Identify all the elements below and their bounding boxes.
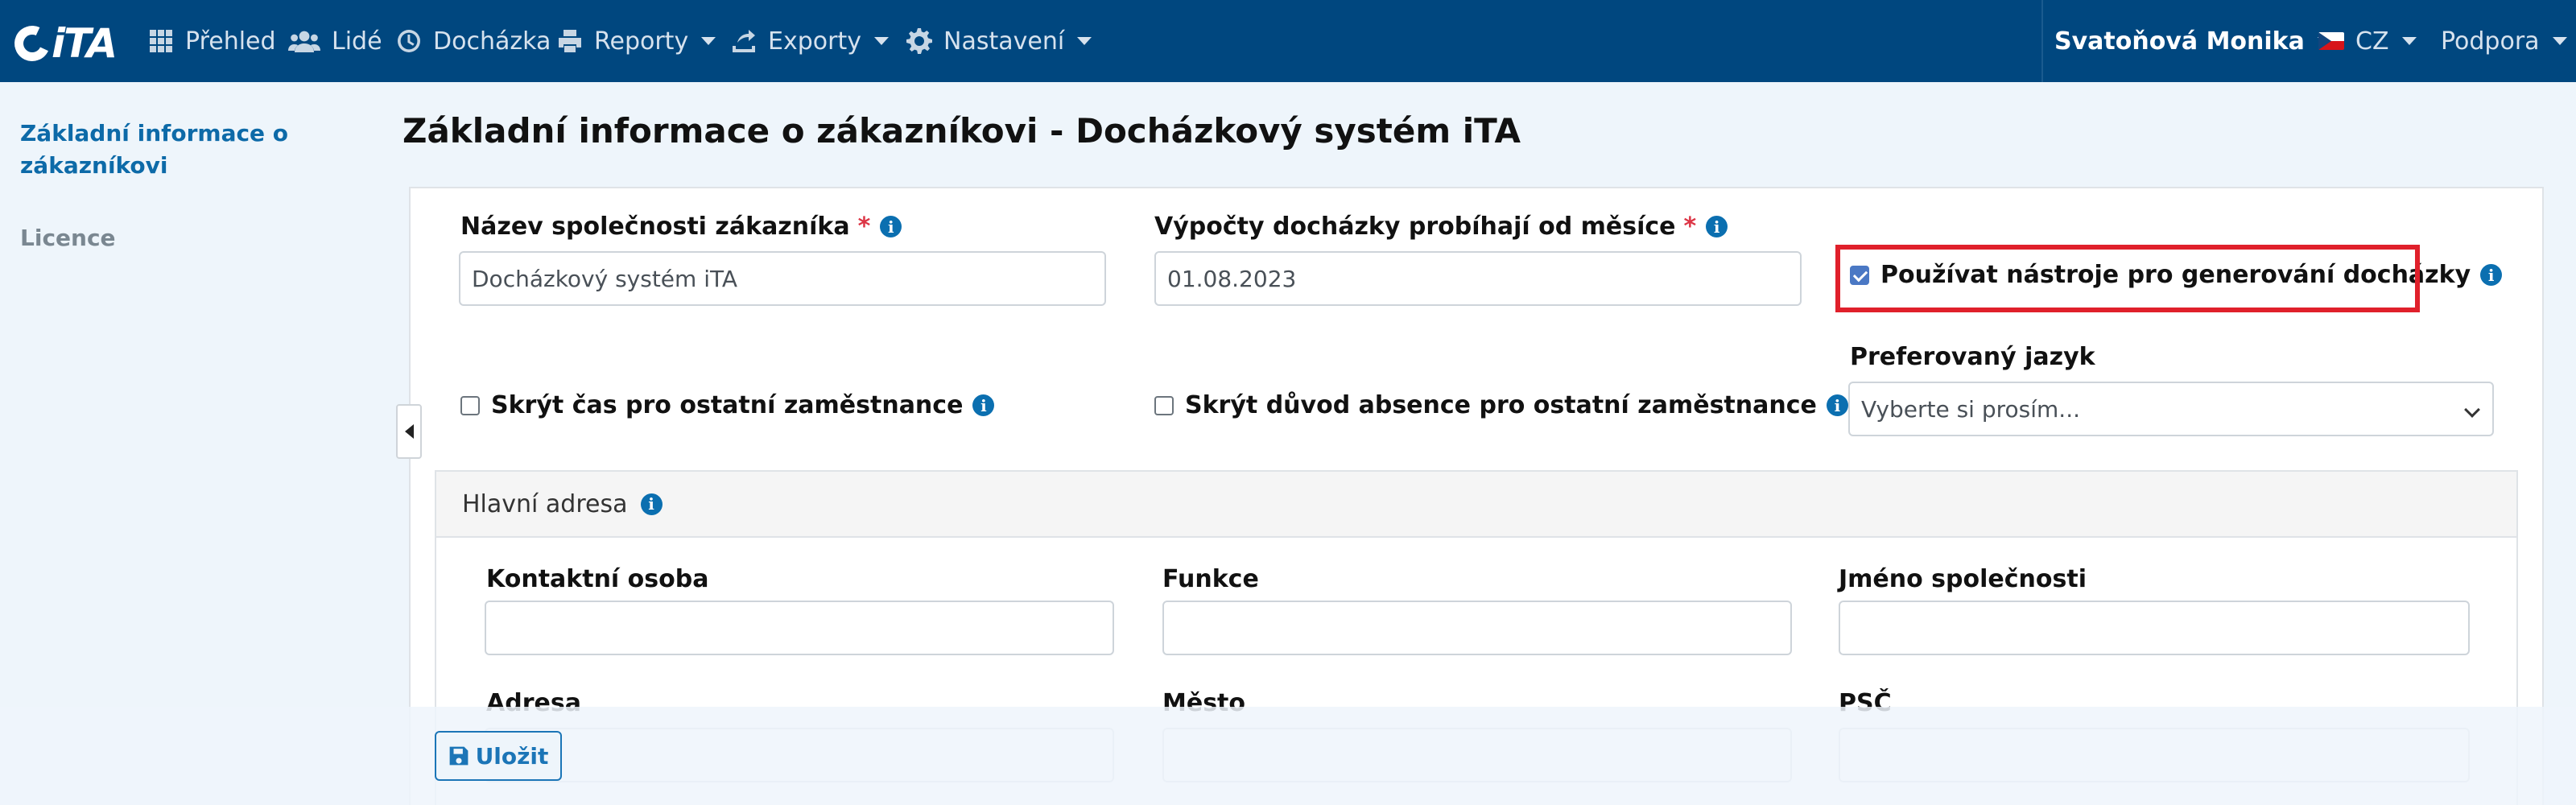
export-icon <box>731 28 757 54</box>
sidebar-item-basic-info[interactable]: Základní informace o zákazníkovi <box>20 118 326 182</box>
czech-flag-icon <box>2318 32 2344 50</box>
users-icon <box>288 28 320 54</box>
top-navbar: iTA Přehled Lidé Docházka Reporty Export… <box>0 0 2576 82</box>
contact-person-label: Kontaktní osoba <box>486 565 709 593</box>
floppy-disk-icon <box>449 746 468 766</box>
required-mark: * <box>1683 213 1697 241</box>
language-code: CZ <box>2355 27 2389 56</box>
chevron-down-icon <box>2552 37 2567 45</box>
info-icon[interactable]: i <box>880 216 902 237</box>
chevron-down-icon <box>873 37 889 45</box>
nav-attendance[interactable]: Docházka <box>396 0 551 82</box>
company-input[interactable] <box>1839 601 2470 655</box>
function-label: Funkce <box>1162 565 1259 593</box>
chevron-down-icon <box>2464 402 2480 418</box>
support-menu[interactable]: Podpora <box>2441 0 2567 82</box>
printer-icon <box>557 28 583 54</box>
info-icon[interactable]: i <box>972 394 995 416</box>
info-icon[interactable]: i <box>1826 394 1848 416</box>
nav-exports-label: Exporty <box>768 27 861 56</box>
highlight-box <box>1835 245 2420 312</box>
nav-people[interactable]: Lidé <box>288 0 382 82</box>
grid-icon <box>148 28 174 54</box>
calc-from-label: Výpočty docházky probíhají od měsíce * i <box>1154 213 1728 241</box>
info-icon[interactable]: i <box>2480 264 2503 286</box>
chevron-down-icon <box>1077 37 1092 45</box>
nav-reports-label: Reporty <box>594 27 689 56</box>
company-label: Jméno společnosti <box>1839 565 2087 593</box>
language-menu[interactable]: CZ <box>2318 0 2417 82</box>
hide-time-checkbox[interactable] <box>460 395 480 415</box>
info-icon[interactable]: i <box>1706 216 1728 237</box>
logo-text: iTA <box>52 20 118 67</box>
user-name: Svatoňová Monika <box>2054 27 2305 56</box>
preferred-language-select[interactable]: Vyberte si prosím... <box>1848 382 2494 436</box>
chevron-down-icon <box>2401 37 2417 45</box>
hide-time-checkbox-row[interactable]: Skrýt čas pro ostatní zaměstnance i <box>460 391 995 419</box>
nav-reports[interactable]: Reporty <box>557 0 716 82</box>
nav-settings-label: Nastavení <box>943 27 1065 56</box>
nav-settings[interactable]: Nastavení <box>906 0 1092 82</box>
sidebar-item-licence[interactable]: Licence <box>20 222 326 254</box>
save-button[interactable]: Uložit <box>435 731 562 781</box>
chevron-down-icon <box>701 37 716 45</box>
nav-people-label: Lidé <box>332 27 382 56</box>
section-header[interactable]: Hlavní adresa i <box>436 472 2516 538</box>
nav-overview-label: Přehled <box>185 27 276 56</box>
ita-logo[interactable]: iTA <box>9 20 122 67</box>
nav-attendance-label: Docházka <box>433 27 551 56</box>
nav-overview[interactable]: Přehled <box>148 0 276 82</box>
required-mark: * <box>857 213 871 241</box>
gear-icon <box>906 28 932 54</box>
sidebar-collapse-button[interactable] <box>396 404 422 459</box>
page-title: Základní informace o zákazníkovi - Dochá… <box>402 111 1521 151</box>
nav-exports[interactable]: Exporty <box>731 0 889 82</box>
company-name-label: Název společnosti zákazníka * i <box>460 213 902 241</box>
sticky-footer <box>0 707 2576 805</box>
save-button-label: Uložit <box>475 742 549 770</box>
contact-person-input[interactable] <box>485 601 1114 655</box>
hide-absence-checkbox-row[interactable]: Skrýt důvod absence pro ostatní zaměstna… <box>1154 391 1848 419</box>
section-title: Hlavní adresa <box>462 489 628 518</box>
user-menu[interactable]: Svatoňová Monika <box>2054 0 2332 82</box>
hide-absence-checkbox[interactable] <box>1154 395 1174 415</box>
calc-from-input[interactable]: 01.08.2023 <box>1154 251 1802 306</box>
company-name-input[interactable]: Docházkový systém iTA <box>459 251 1106 306</box>
nav-divider <box>2041 0 2043 82</box>
function-input[interactable] <box>1162 601 1792 655</box>
preferred-language-label: Preferovaný jazyk <box>1850 343 2095 371</box>
support-label: Podpora <box>2441 27 2540 56</box>
chevron-left-icon <box>404 424 414 439</box>
clock-icon <box>396 28 422 54</box>
info-icon[interactable]: i <box>640 493 663 515</box>
logo-mark-icon <box>9 20 56 67</box>
